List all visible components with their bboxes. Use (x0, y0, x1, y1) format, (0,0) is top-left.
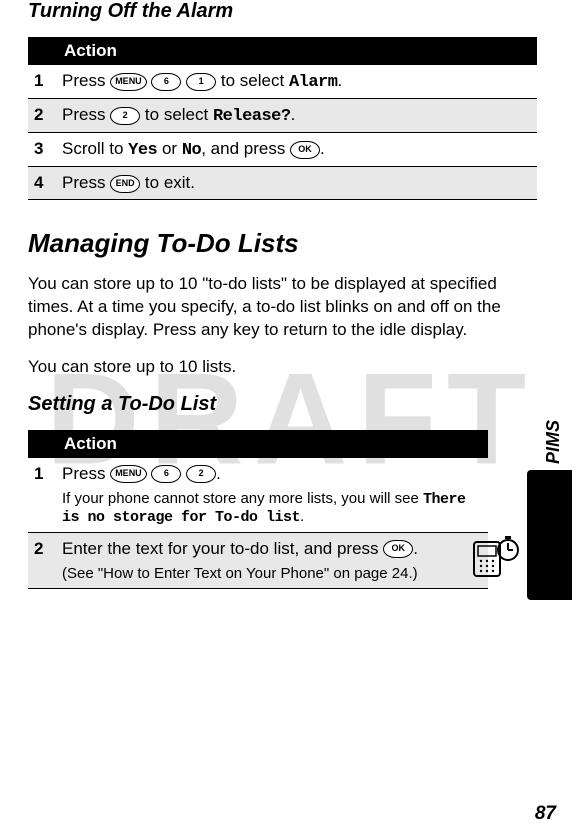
section2-para2: You can store up to 10 lists. (28, 356, 537, 379)
text: . (413, 539, 418, 558)
section2-para1: You can store up to 10 "to-do lists" to … (28, 273, 537, 342)
section2-title: Managing To-Do Lists (28, 228, 537, 259)
text: or (157, 139, 182, 158)
sidebar-label: PIMS (543, 420, 564, 464)
sub-text: (See "How to Enter Text on Your Phone" o… (62, 565, 482, 582)
step-text: Press MENU 6 1 to select Alarm. (56, 65, 537, 99)
ok-key-icon: OK (383, 540, 413, 558)
text: . (337, 71, 342, 90)
menu-key-icon: MENU (110, 465, 147, 483)
ocr-text: No (182, 141, 201, 160)
text: . (291, 105, 296, 124)
step-text: Press END to exit. (56, 167, 537, 200)
two-key-icon: 2 (186, 465, 216, 483)
ocr-text: Yes (128, 141, 157, 160)
section1-table: Action 1 Press MENU 6 1 to select Alarm.… (28, 37, 537, 200)
table-row: 2 Press 2 to select Release?. (28, 99, 537, 133)
two-key-icon: 2 (110, 107, 140, 125)
step-num: 1 (28, 65, 56, 99)
page-content: Turning Off the Alarm Action 1 Press MEN… (0, 0, 582, 589)
end-key-icon: END (110, 175, 140, 193)
section2-subtitle: Setting a To-Do List (28, 393, 537, 416)
step-text: Press 2 to select Release?. (56, 99, 537, 133)
table-row: 1 Press MENU 6 1 to select Alarm. (28, 65, 537, 99)
text: Press (62, 173, 110, 192)
text: Press (62, 464, 110, 483)
step-num: 2 (28, 99, 56, 133)
step-num: 4 (28, 167, 56, 200)
text: Press (62, 105, 110, 124)
text: Press (62, 71, 110, 90)
six-key-icon: 6 (151, 73, 181, 91)
text: (See "How to Enter Text on Your Phone" o… (62, 565, 418, 582)
text: . (216, 464, 221, 483)
ocr-text: Release? (213, 107, 291, 126)
menu-key-icon: MENU (110, 73, 147, 91)
text: If your phone cannot store any more list… (62, 490, 423, 507)
text: to select (221, 71, 289, 90)
col-action: Action (56, 37, 537, 65)
page-number: 87 (535, 803, 556, 825)
ocr-text: Alarm (289, 73, 338, 92)
sub-text: If your phone cannot store any more list… (62, 490, 482, 526)
step-text: Enter the text for your to-do list, and … (56, 532, 488, 588)
col-action: Action (56, 430, 488, 458)
col-blank (28, 430, 56, 458)
text: to select (145, 105, 213, 124)
table-row: 3 Scroll to Yes or No, and press OK. (28, 133, 537, 167)
text: to exit. (145, 173, 195, 192)
table-row: 1 Press MENU 6 2. If your phone cannot s… (28, 458, 488, 533)
step-num: 3 (28, 133, 56, 167)
phone-clock-icon (470, 532, 520, 580)
sidebar-tab (527, 470, 572, 600)
one-key-icon: 1 (186, 73, 216, 91)
sidebar: PIMS (524, 420, 572, 600)
section2-table: Action 1 Press MENU 6 2. If your phone c… (28, 430, 488, 589)
ok-key-icon: OK (290, 141, 320, 159)
step-num: 2 (28, 532, 56, 588)
step-text: Press MENU 6 2. If your phone cannot sto… (56, 458, 488, 533)
table-row: 4 Press END to exit. (28, 167, 537, 200)
section1-title: Turning Off the Alarm (28, 0, 537, 23)
step-num: 1 (28, 458, 56, 533)
col-blank (28, 37, 56, 65)
table-row: 2 Enter the text for your to-do list, an… (28, 532, 488, 588)
six-key-icon: 6 (151, 465, 181, 483)
text: . (320, 139, 325, 158)
text: , and press (201, 139, 290, 158)
text: Enter the text for your to-do list, and … (62, 539, 383, 558)
step-text: Scroll to Yes or No, and press OK. (56, 133, 537, 167)
text: . (300, 508, 304, 525)
text: Scroll to (62, 139, 128, 158)
